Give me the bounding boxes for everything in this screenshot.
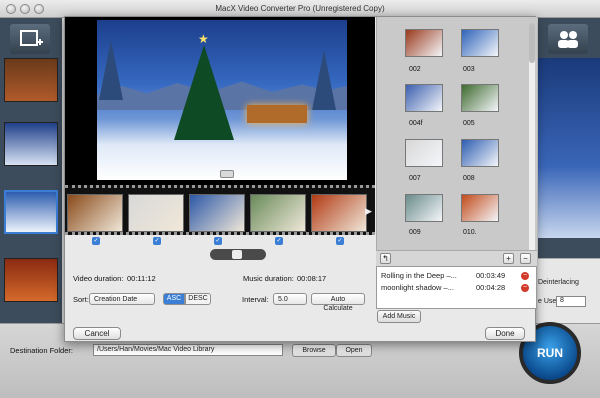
scrubber-knob[interactable] bbox=[232, 250, 242, 259]
image-thumbnail[interactable] bbox=[461, 29, 499, 57]
image-thumbnail[interactable] bbox=[461, 194, 499, 222]
sort-select[interactable]: Creation Date bbox=[89, 293, 155, 305]
remove-music-icon[interactable]: − bbox=[521, 284, 529, 292]
done-button[interactable]: Done bbox=[485, 327, 525, 340]
film-frame[interactable] bbox=[311, 194, 367, 232]
chevron-right-icon[interactable]: ▶ bbox=[365, 206, 372, 217]
image-label: 009 bbox=[409, 229, 421, 236]
village-lights bbox=[247, 105, 307, 123]
music-list: Rolling in the Deep –... 00:03:49 − moon… bbox=[376, 266, 537, 309]
cancel-button[interactable]: Cancel bbox=[73, 327, 121, 340]
music-item[interactable]: Rolling in the Deep –... 00:03:49 − bbox=[381, 271, 531, 283]
music-duration-label: Music duration: bbox=[243, 274, 294, 283]
core-use-select[interactable]: 8 bbox=[556, 296, 586, 307]
image-grid: 002 003 004f 005 007 008 009 010. bbox=[376, 17, 537, 267]
filmstrip-scrubber[interactable] bbox=[210, 249, 266, 260]
image-thumbnail[interactable] bbox=[405, 84, 443, 112]
preview-position-indicator[interactable] bbox=[220, 170, 234, 178]
star-icon: ★ bbox=[198, 32, 209, 46]
interval-label: Interval: bbox=[242, 295, 269, 304]
sort-desc-button[interactable]: DESC bbox=[185, 293, 211, 305]
preview-image bbox=[538, 58, 600, 238]
grid-toolbar: ↰ + − bbox=[376, 250, 537, 266]
frame-checkbox[interactable]: ✓ bbox=[92, 237, 100, 245]
people-icon bbox=[558, 31, 578, 48]
image-label: 010. bbox=[463, 229, 477, 236]
video-thumbnail-selected[interactable] bbox=[4, 190, 58, 234]
film-frame[interactable] bbox=[67, 194, 123, 232]
video-thumbnail[interactable] bbox=[4, 58, 58, 102]
video-duration-value: 00:11:12 bbox=[127, 274, 156, 283]
pine-tree bbox=[99, 40, 123, 100]
video-duration-label: Video duration: bbox=[73, 274, 124, 283]
image-thumbnail[interactable] bbox=[461, 139, 499, 167]
remove-icon[interactable]: − bbox=[520, 253, 531, 264]
back-icon[interactable]: ↰ bbox=[380, 253, 391, 264]
add-music-button[interactable]: Add Music bbox=[377, 310, 421, 323]
destination-folder-field[interactable]: /Users/Han/Movies/Mac Video Library bbox=[93, 344, 283, 356]
music-item[interactable]: moonlight shadow –... 00:04:28 − bbox=[381, 283, 531, 295]
sort-label: Sort: bbox=[73, 295, 89, 304]
frame-checkbox[interactable]: ✓ bbox=[275, 237, 283, 245]
destination-folder-label: Destination Folder: bbox=[10, 346, 73, 355]
video-thumbnail[interactable] bbox=[4, 122, 58, 166]
preview-area: ★ bbox=[65, 17, 375, 185]
image-label: 002 bbox=[409, 66, 421, 73]
image-thumbnail[interactable] bbox=[405, 139, 443, 167]
film-frame[interactable] bbox=[250, 194, 306, 232]
music-duration: 00:03:49 bbox=[476, 271, 506, 280]
image-label: 005 bbox=[463, 120, 475, 127]
sort-asc-button[interactable]: ASC bbox=[163, 293, 185, 305]
add-icon[interactable]: + bbox=[503, 253, 514, 264]
music-duration: 00:04:28 bbox=[476, 283, 506, 292]
filmstrip: ▶ bbox=[65, 185, 375, 235]
image-thumbnail[interactable] bbox=[405, 194, 443, 222]
right-panel bbox=[538, 18, 600, 328]
image-label: 008 bbox=[463, 175, 475, 182]
preview-image: ★ bbox=[97, 20, 347, 180]
interval-select[interactable]: 5.0 bbox=[273, 293, 307, 305]
film-frame[interactable] bbox=[189, 194, 245, 232]
music-duration-value: 00:08:17 bbox=[297, 274, 327, 283]
frame-checkboxes: ✓ ✓ ✓ ✓ ✓ bbox=[65, 235, 375, 247]
people-button[interactable] bbox=[548, 24, 588, 54]
image-thumbnail[interactable] bbox=[461, 84, 499, 112]
pine-tree bbox=[312, 50, 336, 110]
remove-music-icon[interactable]: − bbox=[521, 272, 529, 280]
frame-checkbox[interactable]: ✓ bbox=[153, 237, 161, 245]
frame-checkbox[interactable]: ✓ bbox=[336, 237, 344, 245]
frame-checkbox[interactable]: ✓ bbox=[214, 237, 222, 245]
window-title: MacX Video Converter Pro (Unregistered C… bbox=[215, 4, 385, 13]
scrollbar-thumb[interactable] bbox=[529, 23, 535, 63]
film-add-icon bbox=[20, 30, 43, 46]
grid-scrollbar[interactable] bbox=[529, 23, 535, 253]
settings-panel bbox=[538, 258, 600, 328]
image-label: 007 bbox=[409, 175, 421, 182]
image-label: 003 bbox=[463, 66, 475, 73]
music-title: Rolling in the Deep –... bbox=[381, 271, 457, 280]
film-frame[interactable] bbox=[128, 194, 184, 232]
music-title: moonlight shadow –... bbox=[381, 283, 454, 292]
video-thumbnail[interactable] bbox=[4, 258, 58, 302]
video-list-sidebar bbox=[0, 18, 62, 323]
image-thumbnail[interactable] bbox=[405, 29, 443, 57]
add-video-button[interactable] bbox=[10, 24, 50, 54]
browse-button[interactable]: Browse bbox=[292, 344, 336, 357]
auto-calculate-button[interactable]: Auto Calculate bbox=[311, 293, 365, 312]
christmas-tree bbox=[174, 45, 234, 140]
deinterlacing-label: Deinterlacing bbox=[538, 279, 579, 286]
slideshow-dialog: ★ ▶ ✓ ✓ ✓ ✓ ✓ Video duration: 00:11:12 M… bbox=[64, 16, 537, 342]
image-label: 004f bbox=[409, 120, 423, 127]
open-button[interactable]: Open bbox=[336, 344, 372, 357]
